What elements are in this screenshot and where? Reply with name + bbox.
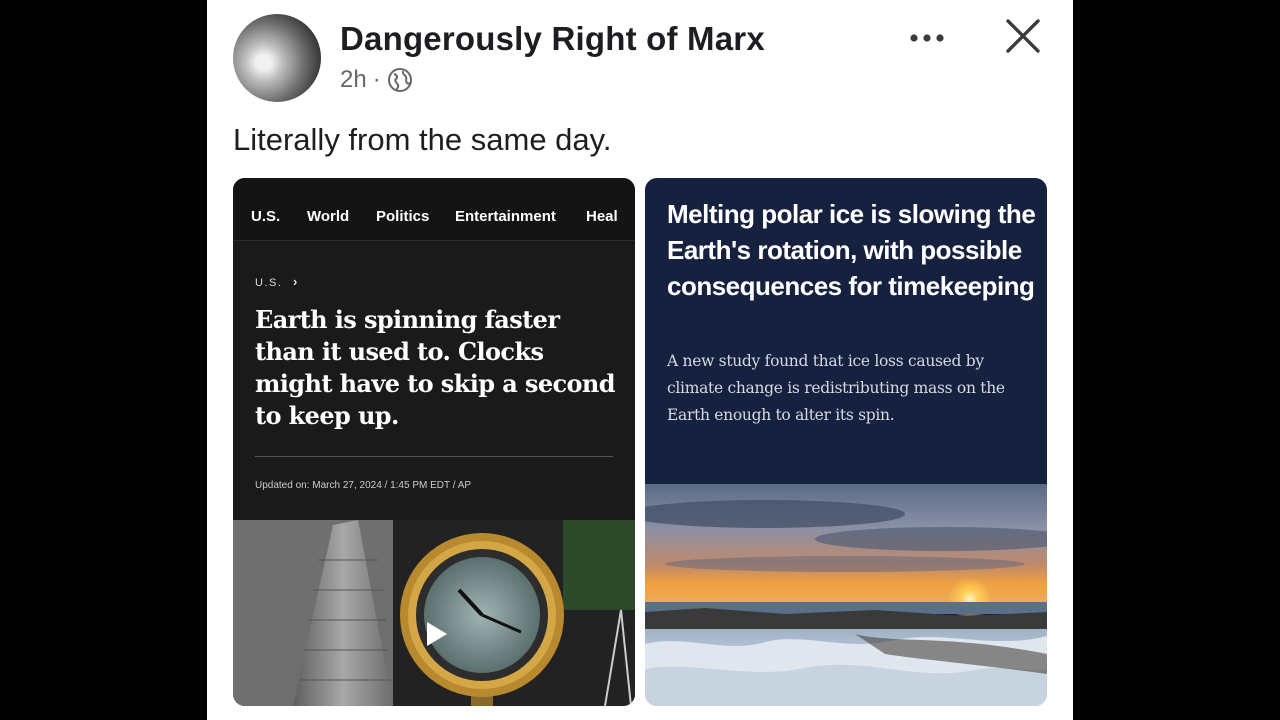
chevron-right-icon: › [292, 274, 299, 289]
nav-item-health[interactable]: Heal [586, 208, 618, 225]
play-button[interactable] [417, 616, 453, 652]
clock-building-image [233, 520, 635, 706]
article-subhead: A new study found that ice loss caused b… [667, 352, 1005, 424]
play-icon [427, 622, 447, 646]
author-name[interactable]: Dangerously Right of Marx [340, 20, 765, 58]
globe-icon[interactable] [387, 67, 413, 93]
polar-ice-image [645, 484, 1047, 706]
nav-item-world[interactable]: World [307, 208, 349, 225]
avatar[interactable] [233, 14, 321, 102]
more-options-button[interactable] [907, 20, 947, 56]
news-card-right[interactable]: Melting polar ice is slowing the Earth's… [645, 178, 1047, 706]
news-nav: U.S. World Politics Entertainment Heal [233, 178, 635, 241]
close-icon [1006, 19, 1040, 53]
meta-separator: · [372, 66, 381, 93]
article-headline-right[interactable]: Melting polar ice is slowing the Earth's… [667, 196, 1039, 304]
nav-item-entertainment[interactable]: Entertainment [455, 208, 556, 225]
post-time[interactable]: 2h [340, 66, 367, 94]
nav-item-politics[interactable]: Politics [376, 208, 429, 225]
divider [255, 456, 613, 457]
post-caption: Literally from the same day. [233, 122, 612, 157]
breadcrumb-label: U.S. [255, 277, 283, 289]
close-button[interactable] [1003, 16, 1043, 56]
breadcrumb[interactable]: U.S. › [255, 274, 299, 289]
post-meta: 2h · [340, 66, 413, 94]
article-timestamp: Updated on: March 27, 2024 / 1:45 PM EDT… [255, 480, 472, 491]
more-horizontal-icon [910, 34, 944, 42]
polar-sunset-photo[interactable] [645, 484, 1047, 706]
clock-photo[interactable] [233, 520, 635, 706]
news-card-left[interactable]: U.S. World Politics Entertainment Heal U… [233, 178, 635, 706]
nav-item-us[interactable]: U.S. [251, 208, 280, 225]
facebook-post: Dangerously Right of Marx 2h · Literally… [207, 0, 1073, 720]
article-headline[interactable]: Earth is spinning faster than it used to… [255, 304, 625, 432]
